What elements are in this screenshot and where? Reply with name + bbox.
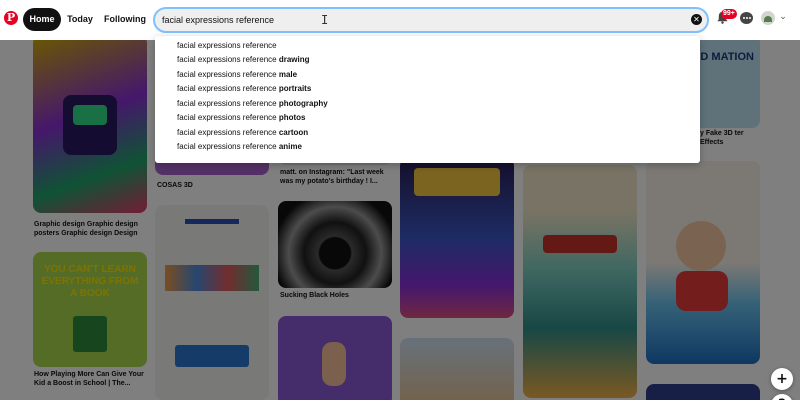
text-cursor-icon: I [321, 13, 329, 27]
suggestion-item[interactable]: facial expressions reference anime [177, 140, 302, 154]
suggestion-item[interactable]: facial expressions reference portraits [177, 82, 311, 96]
suggestion-item[interactable]: facial expressions reference [177, 39, 277, 53]
profile-avatar[interactable] [761, 11, 775, 25]
today-button[interactable]: Today [64, 8, 96, 31]
pinterest-logo-icon[interactable]: P [4, 11, 18, 25]
suggestion-item[interactable]: facial expressions reference cartoon [177, 126, 308, 140]
suggestion-item[interactable]: facial expressions reference photography [177, 97, 328, 111]
search-input[interactable] [162, 13, 672, 27]
clear-search-icon[interactable]: ✕ [691, 14, 702, 25]
following-button[interactable]: Following [102, 8, 148, 31]
search-bar[interactable]: I ✕ [153, 7, 709, 33]
messages-icon[interactable] [740, 12, 753, 24]
notification-count-badge: 99+ [721, 9, 737, 19]
top-navigation-bar: P Home Today Following I ✕ 99+ ⌄ [0, 0, 800, 40]
suggestion-item[interactable]: facial expressions reference drawing [177, 53, 310, 67]
suggestion-item[interactable]: facial expressions reference male [177, 68, 297, 82]
search-suggestions-dropdown: facial expressions reference facial expr… [155, 36, 700, 163]
account-menu-chevron-down-icon[interactable]: ⌄ [776, 10, 790, 24]
create-pin-plus-button[interactable]: + [771, 368, 793, 390]
suggestion-item[interactable]: facial expressions reference photos [177, 111, 306, 125]
home-button[interactable]: Home [23, 8, 61, 31]
